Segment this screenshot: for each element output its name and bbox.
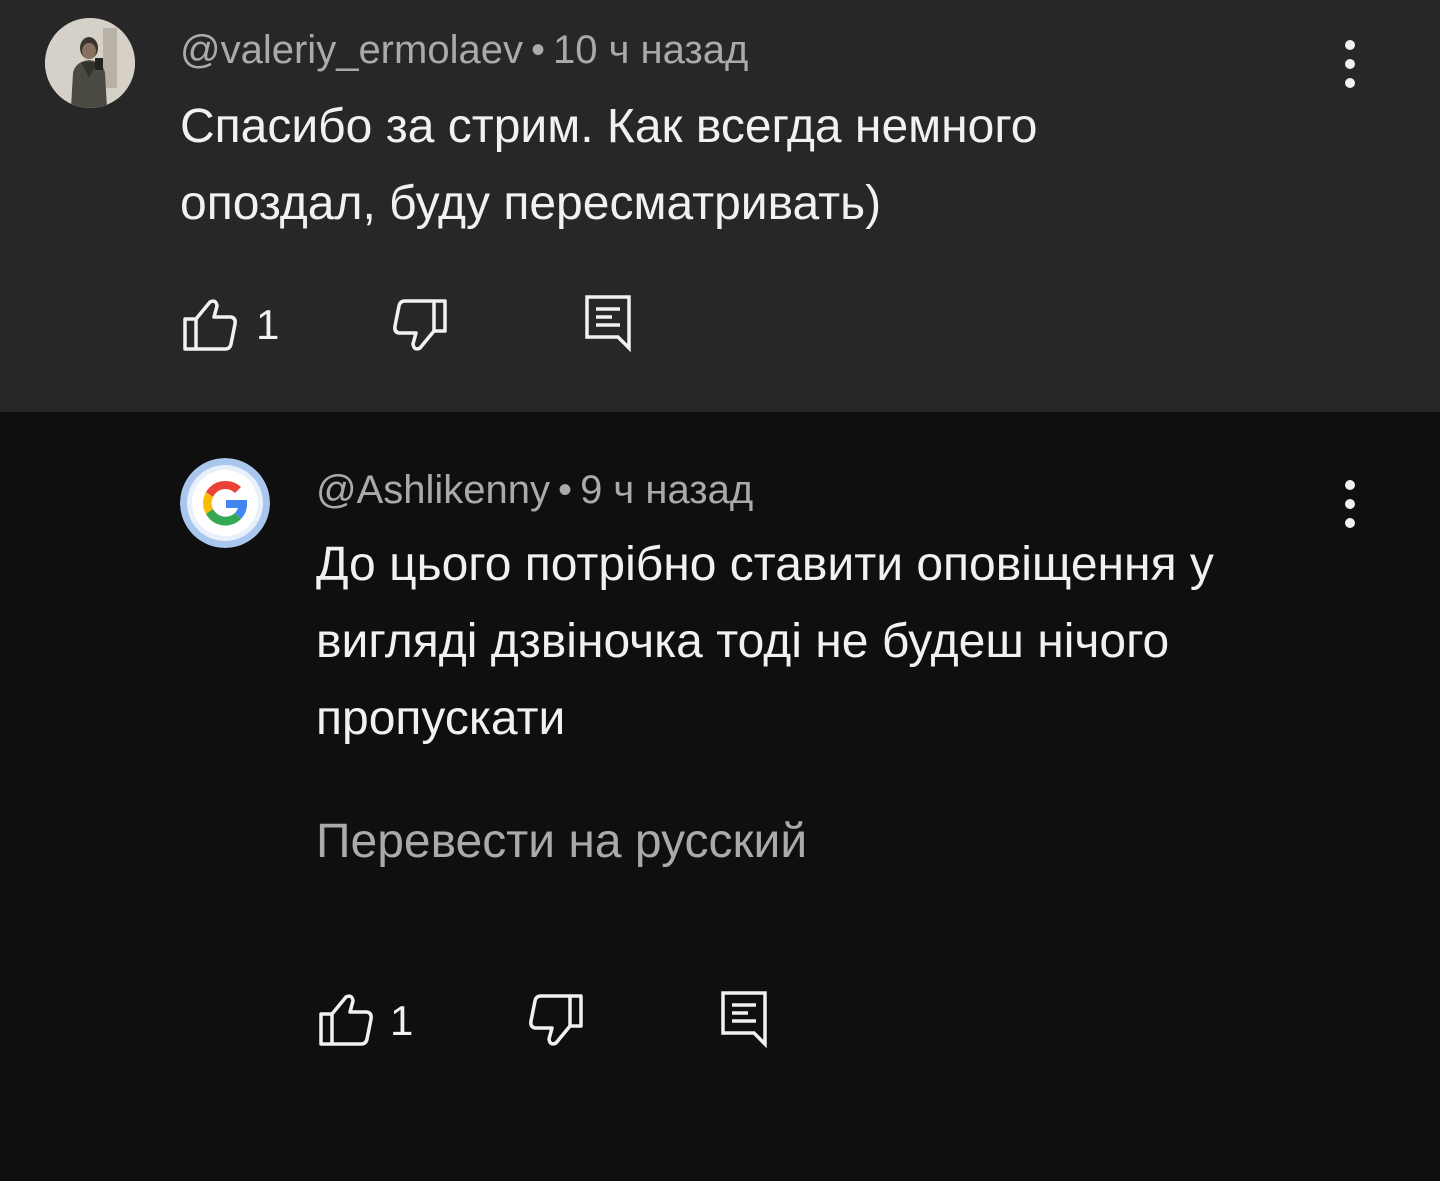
comment-meta: @Ashlikenny • 9 ч назад <box>316 466 753 514</box>
comment-text-line: пропускати <box>316 692 566 745</box>
avatar[interactable] <box>180 458 270 548</box>
reply-comment-icon <box>721 991 767 1049</box>
user-photo-icon <box>45 18 135 108</box>
comment-time: 9 ч назад <box>580 468 754 512</box>
like-count: 1 <box>256 301 280 348</box>
dislike-button[interactable] <box>390 297 450 358</box>
google-g-logo-icon <box>180 458 270 548</box>
more-vertical-icon <box>1345 40 1355 88</box>
more-options-button[interactable] <box>1330 474 1370 534</box>
comment-text-line: опоздал, буду пересматривать) <box>180 177 882 230</box>
meta-separator: • <box>530 28 545 72</box>
translate-link[interactable]: Перевести на русский <box>316 813 807 871</box>
comment-text-line: Спасибо за стрим. Как всегда немного <box>180 100 1038 153</box>
comment-time: 10 ч назад <box>552 28 749 72</box>
author-name[interactable]: @Ashlikenny <box>316 468 550 512</box>
thumb-up-icon <box>183 299 237 351</box>
comment-text: До цього потрібно ставити оповіщення у в… <box>316 526 1214 757</box>
like-button[interactable] <box>316 992 376 1053</box>
comment-text: Спасибо за стрим. Как всегда немного опо… <box>180 88 1037 242</box>
thumb-down-icon <box>529 994 583 1046</box>
like-count: 1 <box>390 997 414 1044</box>
comment-text-line: До цього потрібно ставити оповіщення у <box>316 538 1214 591</box>
more-vertical-icon <box>1345 480 1355 528</box>
like-button[interactable] <box>180 297 240 358</box>
thumb-up-icon <box>319 994 373 1046</box>
reply-comment-card: @Ashlikenny • 9 ч назад До цього потрібно … <box>0 412 1440 1181</box>
meta-separator: • <box>558 468 573 512</box>
reply-button[interactable] <box>582 292 636 359</box>
dislike-button[interactable] <box>526 992 586 1053</box>
comment-card: @valeriy_ermolaev • 10 ч назад Спасибо за … <box>0 0 1440 412</box>
reply-button[interactable] <box>718 988 772 1055</box>
comment-meta: @valeriy_ermolaev • 10 ч назад <box>180 26 748 74</box>
comments-page: @valeriy_ermolaev • 10 ч назад Спасибо за … <box>0 0 1440 1181</box>
author-name[interactable]: @valeriy_ermolaev <box>180 28 523 72</box>
reply-comment-icon <box>585 295 631 353</box>
comment-text-line: вигляді дзвіночка тоді не будеш нічого <box>316 615 1170 668</box>
thumb-down-icon <box>393 299 447 351</box>
avatar[interactable] <box>45 18 135 108</box>
more-options-button[interactable] <box>1330 34 1370 94</box>
